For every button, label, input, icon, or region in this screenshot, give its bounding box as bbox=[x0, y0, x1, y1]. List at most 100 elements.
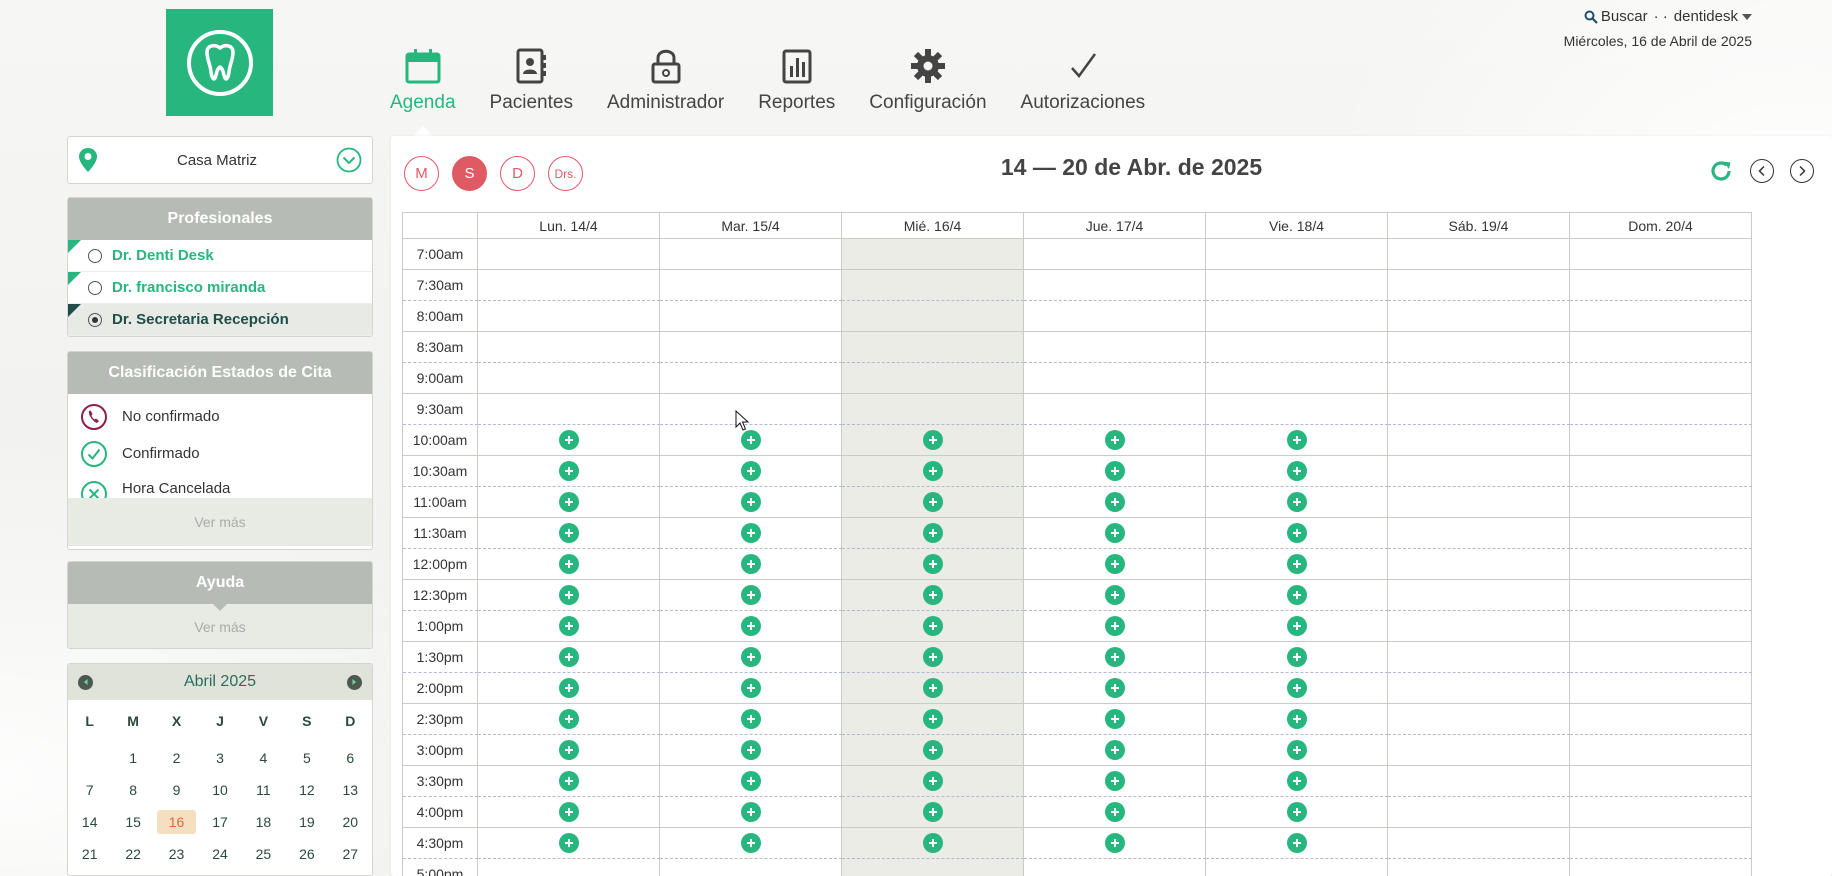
calendar-day[interactable]: 1 bbox=[111, 742, 154, 774]
add-appointment-button[interactable] bbox=[558, 492, 579, 512]
time-slot[interactable] bbox=[660, 673, 842, 704]
time-slot[interactable] bbox=[478, 673, 660, 704]
time-slot[interactable] bbox=[478, 797, 660, 828]
time-slot[interactable] bbox=[660, 549, 842, 580]
add-appointment-button[interactable] bbox=[740, 678, 761, 698]
add-appointment-button[interactable] bbox=[1104, 647, 1125, 667]
time-slot[interactable] bbox=[1388, 580, 1570, 611]
add-appointment-button[interactable] bbox=[1286, 678, 1307, 698]
time-slot[interactable] bbox=[1206, 580, 1388, 611]
add-appointment-button[interactable] bbox=[1286, 554, 1307, 574]
radio-button-selected[interactable] bbox=[88, 312, 102, 327]
add-appointment-button[interactable] bbox=[558, 461, 579, 481]
time-slot[interactable] bbox=[478, 518, 660, 549]
prev-month-button[interactable] bbox=[78, 674, 93, 690]
time-slot[interactable] bbox=[1024, 425, 1206, 456]
nav-configuracion[interactable]: Configuración bbox=[869, 44, 987, 114]
time-slot[interactable] bbox=[1388, 859, 1570, 876]
time-slot[interactable] bbox=[660, 394, 842, 425]
time-slot[interactable] bbox=[1024, 301, 1206, 332]
calendar-day[interactable]: 4 bbox=[242, 742, 285, 774]
time-slot[interactable] bbox=[1206, 301, 1388, 332]
time-slot[interactable] bbox=[1388, 270, 1570, 301]
calendar-day[interactable]: 2 bbox=[155, 742, 198, 774]
add-appointment-button[interactable] bbox=[740, 492, 761, 512]
time-slot[interactable] bbox=[1570, 642, 1752, 673]
add-appointment-button[interactable] bbox=[1286, 740, 1307, 760]
time-slot[interactable] bbox=[1388, 766, 1570, 797]
search-link[interactable]: Buscar bbox=[1584, 8, 1648, 25]
help-see-more-button[interactable]: Ver más bbox=[68, 604, 372, 648]
time-slot[interactable] bbox=[478, 735, 660, 766]
time-slot[interactable] bbox=[1570, 704, 1752, 735]
add-appointment-button[interactable] bbox=[740, 554, 761, 574]
time-slot[interactable] bbox=[478, 611, 660, 642]
time-slot[interactable] bbox=[1388, 673, 1570, 704]
time-slot[interactable] bbox=[842, 580, 1024, 611]
calendar-day[interactable]: 15 bbox=[111, 806, 154, 838]
day-header[interactable]: Mié. 16/4 bbox=[842, 213, 1024, 239]
time-slot[interactable] bbox=[1570, 797, 1752, 828]
time-slot[interactable] bbox=[1206, 673, 1388, 704]
time-slot[interactable] bbox=[478, 859, 660, 876]
time-slot[interactable] bbox=[1570, 487, 1752, 518]
time-slot[interactable] bbox=[1570, 394, 1752, 425]
add-appointment-button[interactable] bbox=[558, 585, 579, 605]
calendar-day[interactable]: 21 bbox=[68, 838, 111, 870]
time-slot[interactable] bbox=[1570, 301, 1752, 332]
time-slot[interactable] bbox=[1024, 363, 1206, 394]
add-appointment-button[interactable] bbox=[558, 616, 579, 636]
time-slot[interactable] bbox=[660, 828, 842, 859]
calendar-day[interactable]: 22 bbox=[111, 838, 154, 870]
time-slot[interactable] bbox=[478, 828, 660, 859]
add-appointment-button[interactable] bbox=[922, 802, 943, 822]
add-appointment-button[interactable] bbox=[558, 430, 579, 450]
time-slot[interactable] bbox=[842, 456, 1024, 487]
calendar-day[interactable]: 11 bbox=[242, 774, 285, 806]
add-appointment-button[interactable] bbox=[1104, 740, 1125, 760]
add-appointment-button[interactable] bbox=[1286, 771, 1307, 791]
add-appointment-button[interactable] bbox=[1286, 616, 1307, 636]
time-slot[interactable] bbox=[660, 518, 842, 549]
day-header[interactable]: Mar. 15/4 bbox=[660, 213, 842, 239]
time-slot[interactable] bbox=[660, 425, 842, 456]
professional-item[interactable]: Dr. Secretaria Recepción bbox=[68, 304, 372, 336]
add-appointment-button[interactable] bbox=[740, 430, 761, 450]
time-slot[interactable] bbox=[1206, 487, 1388, 518]
add-appointment-button[interactable] bbox=[1286, 523, 1307, 543]
time-slot[interactable] bbox=[842, 859, 1024, 876]
add-appointment-button[interactable] bbox=[558, 740, 579, 760]
add-appointment-button[interactable] bbox=[740, 647, 761, 667]
add-appointment-button[interactable] bbox=[1104, 709, 1125, 729]
time-slot[interactable] bbox=[1388, 363, 1570, 394]
time-slot[interactable] bbox=[1388, 487, 1570, 518]
time-slot[interactable] bbox=[1388, 332, 1570, 363]
time-slot[interactable] bbox=[1024, 642, 1206, 673]
nav-autorizaciones[interactable]: Autorizaciones bbox=[1021, 44, 1145, 114]
calendar-day[interactable]: 26 bbox=[285, 838, 328, 870]
time-slot[interactable] bbox=[842, 642, 1024, 673]
time-slot[interactable] bbox=[1024, 704, 1206, 735]
time-slot[interactable] bbox=[1388, 394, 1570, 425]
time-slot[interactable] bbox=[1388, 549, 1570, 580]
calendar-day[interactable]: 7 bbox=[68, 774, 111, 806]
time-slot[interactable] bbox=[660, 363, 842, 394]
calendar-day[interactable]: 24 bbox=[198, 838, 241, 870]
user-menu[interactable]: dentidesk bbox=[1674, 8, 1752, 25]
add-appointment-button[interactable] bbox=[922, 461, 943, 481]
add-appointment-button[interactable] bbox=[558, 709, 579, 729]
time-slot[interactable] bbox=[1206, 549, 1388, 580]
time-slot[interactable] bbox=[660, 487, 842, 518]
time-slot[interactable] bbox=[1388, 239, 1570, 270]
app-logo[interactable] bbox=[166, 9, 273, 116]
nav-reportes[interactable]: Reportes bbox=[758, 44, 835, 114]
time-slot[interactable] bbox=[1388, 828, 1570, 859]
time-slot[interactable] bbox=[478, 580, 660, 611]
calendar-day[interactable]: 19 bbox=[285, 806, 328, 838]
add-appointment-button[interactable] bbox=[740, 585, 761, 605]
time-slot[interactable] bbox=[842, 301, 1024, 332]
time-slot[interactable] bbox=[1206, 704, 1388, 735]
add-appointment-button[interactable] bbox=[1286, 709, 1307, 729]
add-appointment-button[interactable] bbox=[558, 678, 579, 698]
time-slot[interactable] bbox=[478, 704, 660, 735]
